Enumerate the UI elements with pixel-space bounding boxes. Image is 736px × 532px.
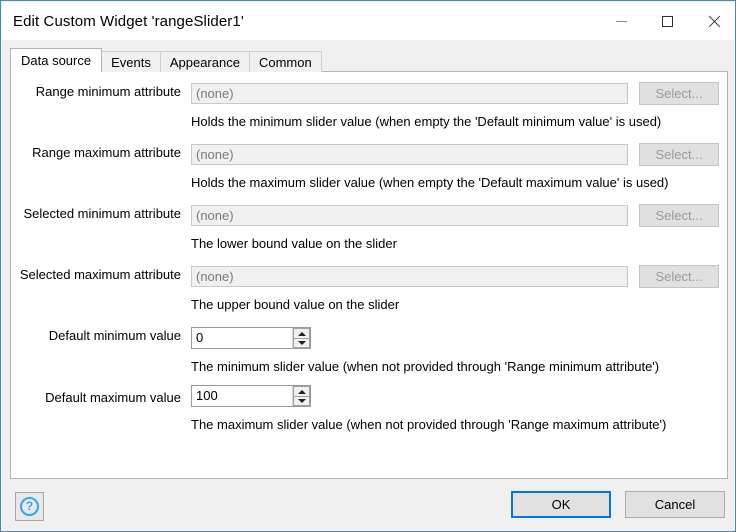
dialog-footer: ? OK Cancel [2, 478, 735, 530]
edit-custom-widget-dialog: Edit Custom Widget 'rangeSlider1' Data s… [0, 0, 736, 532]
label-default-minimum-value: Default minimum value [48, 328, 181, 343]
minimize-icon [615, 20, 627, 22]
chevron-down-icon [297, 399, 306, 403]
tabstrip: Data source Events Appearance Common [10, 48, 322, 72]
spinner-default-maximum-value-input[interactable]: 100 [192, 386, 292, 406]
select-button-selected-maximum-attribute[interactable]: Select... [639, 265, 719, 288]
tab-common[interactable]: Common [248, 51, 322, 72]
spinner-increment-button[interactable] [293, 328, 310, 338]
description-selected-minimum-attribute: The lower bound value on the slider [191, 236, 397, 251]
chevron-up-icon [297, 331, 306, 336]
tab-data-source[interactable]: Data source [10, 48, 103, 72]
description-range-minimum-attribute: Holds the minimum slider value (when emp… [191, 114, 662, 129]
spinner-default-maximum-value[interactable]: 100 [191, 385, 311, 407]
chevron-up-icon [297, 389, 306, 394]
spinner-increment-button[interactable] [293, 386, 310, 396]
select-button-range-minimum-attribute[interactable]: Select... [639, 82, 719, 105]
minimize-button[interactable] [598, 2, 644, 40]
input-selected-maximum-attribute[interactable]: (none) [191, 266, 628, 287]
help-button[interactable]: ? [15, 492, 44, 521]
data-source-form: Range minimum attribute (none) Select...… [11, 72, 727, 478]
cancel-button[interactable]: Cancel [625, 491, 725, 518]
close-icon [707, 15, 720, 28]
window-title: Edit Custom Widget 'rangeSlider1' [13, 12, 244, 30]
description-range-maximum-attribute: Holds the maximum slider value (when emp… [191, 175, 669, 190]
maximize-button[interactable] [644, 2, 690, 40]
input-range-maximum-attribute[interactable]: (none) [191, 144, 628, 165]
description-default-minimum-value: The minimum slider value (when not provi… [191, 359, 660, 374]
label-selected-minimum-attribute: Selected minimum attribute [23, 206, 181, 221]
description-default-maximum-value: The maximum slider value (when not provi… [191, 417, 667, 432]
label-range-maximum-attribute: Range maximum attribute [32, 145, 181, 160]
select-button-range-maximum-attribute[interactable]: Select... [639, 143, 719, 166]
titlebar: Edit Custom Widget 'rangeSlider1' [2, 2, 735, 40]
spinner-default-maximum-value-buttons [292, 386, 310, 406]
input-selected-minimum-attribute[interactable]: (none) [191, 205, 628, 226]
spinner-default-minimum-value-input[interactable]: 0 [192, 328, 292, 348]
tab-content-panel: Range minimum attribute (none) Select...… [10, 71, 728, 479]
ok-button[interactable]: OK [511, 491, 611, 518]
chevron-down-icon [297, 341, 306, 345]
label-selected-maximum-attribute: Selected maximum attribute [19, 267, 181, 282]
spinner-decrement-button[interactable] [293, 338, 310, 348]
input-range-minimum-attribute[interactable]: (none) [191, 83, 628, 104]
tab-events[interactable]: Events [101, 51, 161, 72]
select-button-selected-minimum-attribute[interactable]: Select... [639, 204, 719, 227]
spinner-decrement-button[interactable] [293, 396, 310, 406]
close-button[interactable] [690, 2, 735, 40]
spinner-default-minimum-value[interactable]: 0 [191, 327, 311, 349]
description-selected-maximum-attribute: The upper bound value on the slider [191, 297, 400, 312]
tab-appearance[interactable]: Appearance [159, 51, 250, 72]
maximize-icon [661, 15, 673, 27]
help-icon: ? [20, 497, 39, 516]
label-default-maximum-value: Default maximum value [45, 390, 181, 405]
label-range-minimum-attribute: Range minimum attribute [35, 84, 181, 99]
spinner-default-minimum-value-buttons [292, 328, 310, 348]
